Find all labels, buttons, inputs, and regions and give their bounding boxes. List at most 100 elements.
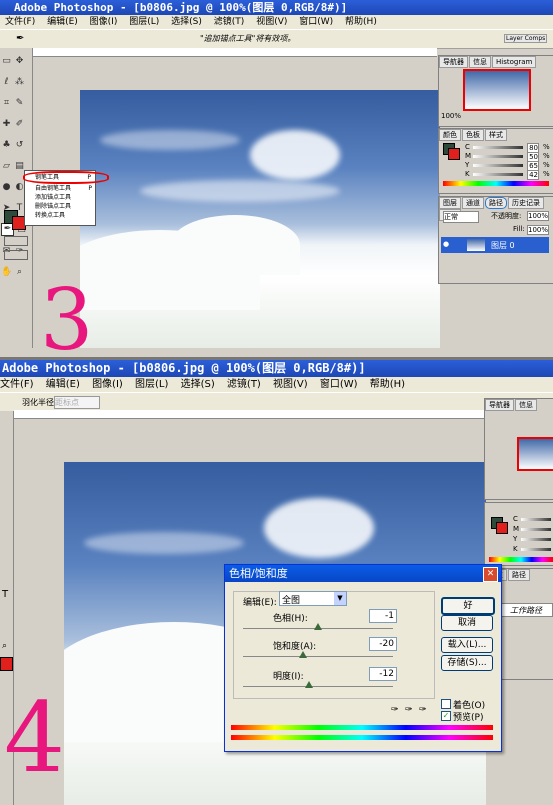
colorize-checkbox[interactable] xyxy=(441,699,451,709)
channel-slider-k[interactable] xyxy=(473,173,523,176)
menu-image[interactable]: 图像(I) xyxy=(92,379,123,390)
save-button[interactable]: 存储(S)... xyxy=(441,655,493,671)
lightness-slider-track[interactable] xyxy=(243,686,393,687)
menu-select[interactable]: 选择(S) xyxy=(181,379,215,390)
eyedropper-icon[interactable]: ✑ xyxy=(391,705,399,715)
saturation-input[interactable]: -20 xyxy=(369,637,397,651)
channel-slider-c[interactable] xyxy=(521,518,551,521)
quick-mask-icon[interactable] xyxy=(4,236,28,246)
tab-histogram[interactable]: Histogram xyxy=(492,56,537,68)
color-ramp[interactable] xyxy=(443,181,549,186)
tab-info[interactable]: 信息 xyxy=(515,399,537,411)
move-tool-icon[interactable]: ✥ xyxy=(14,56,25,67)
tab-styles[interactable]: 样式 xyxy=(485,129,507,141)
layer-row[interactable]: ● 图层 0 xyxy=(441,237,549,253)
marquee-tool-icon[interactable]: ▭ xyxy=(1,56,12,67)
menu-item-pen[interactable]: 钢笔工具 P xyxy=(23,171,109,184)
menu-file[interactable]: 文件(F) xyxy=(5,17,35,27)
tab-info[interactable]: 信息 xyxy=(469,56,491,68)
ok-button[interactable]: 好 xyxy=(441,597,495,615)
tab-paths[interactable]: 路径 xyxy=(485,197,507,209)
crop-tool-icon[interactable]: ⌗ xyxy=(1,98,12,109)
menu-file[interactable]: 文件(F) xyxy=(0,379,34,390)
layer-comps-tab[interactable]: Layer Comps xyxy=(504,34,548,43)
channel-slider-m[interactable] xyxy=(521,528,551,531)
navigator-thumbnail[interactable] xyxy=(517,437,553,471)
magic-wand-icon[interactable]: ⁂ xyxy=(14,77,25,88)
menu-help[interactable]: 帮助(H) xyxy=(345,17,377,27)
color-ramp[interactable] xyxy=(489,557,553,562)
load-button[interactable]: 载入(L)... xyxy=(441,637,493,653)
brush-tool-icon[interactable]: ✐ xyxy=(14,119,25,130)
history-brush-icon[interactable]: ↺ xyxy=(14,140,25,151)
tab-history[interactable]: 历史记录 xyxy=(508,197,544,209)
tab-channels[interactable]: 通道 xyxy=(462,197,484,209)
tab-navigator[interactable]: 导航器 xyxy=(439,56,468,68)
hand-tool-icon[interactable]: ✋ xyxy=(1,267,12,278)
close-icon[interactable]: ✕ xyxy=(483,567,498,582)
heal-tool-icon[interactable]: ✚ xyxy=(1,119,12,130)
menu-edit[interactable]: 编辑(E) xyxy=(46,379,80,390)
menu-item-convert-point[interactable]: 转换点工具 xyxy=(25,211,95,220)
zoom-tool-icon[interactable]: ⌕ xyxy=(2,641,7,651)
hue-slider-thumb[interactable] xyxy=(313,623,322,630)
menu-edit[interactable]: 编辑(E) xyxy=(47,17,78,27)
menu-window[interactable]: 窗口(W) xyxy=(299,17,333,27)
menu-layer[interactable]: 图层(L) xyxy=(135,379,168,390)
screen-mode-icon[interactable] xyxy=(4,250,28,260)
lightness-slider-thumb[interactable] xyxy=(305,681,313,688)
fill-value[interactable]: 100% xyxy=(527,225,550,235)
eraser-tool-icon[interactable]: ▱ xyxy=(1,161,12,172)
tab-color[interactable]: 颜色 xyxy=(439,129,461,141)
edit-select[interactable]: 全图 ▼ xyxy=(279,591,347,606)
channel-slider-y[interactable] xyxy=(473,164,523,167)
preview-checkbox[interactable]: ✓ xyxy=(441,711,451,721)
menu-item-freeform-pen[interactable]: 自由钢笔工具 P xyxy=(25,184,95,193)
menu-filter[interactable]: 滤镜(T) xyxy=(214,17,245,27)
menu-view[interactable]: 视图(V) xyxy=(273,379,308,390)
lasso-tool-icon[interactable]: ℓ xyxy=(1,77,12,88)
chevron-down-icon[interactable]: ▼ xyxy=(334,592,346,605)
cancel-button[interactable]: 取消 xyxy=(441,615,493,631)
document-canvas[interactable] xyxy=(80,90,440,348)
tab-swatches[interactable]: 色板 xyxy=(462,129,484,141)
menu-layer[interactable]: 图层(L) xyxy=(129,17,159,27)
saturation-slider-track[interactable] xyxy=(243,656,393,657)
menu-select[interactable]: 选择(S) xyxy=(171,17,202,27)
menu-help[interactable]: 帮助(H) xyxy=(370,379,405,390)
tab-paths[interactable]: 路径 xyxy=(508,569,530,581)
channel-slider-k[interactable] xyxy=(521,548,551,551)
channel-slider-c[interactable] xyxy=(473,146,523,149)
hue-input[interactable]: -1 xyxy=(369,609,397,623)
blur-tool-icon[interactable]: ● xyxy=(1,182,12,193)
stamp-tool-icon[interactable]: ♣ xyxy=(1,140,12,151)
eyedropper-minus-icon[interactable]: ✑ xyxy=(419,705,427,715)
opacity-value[interactable]: 100% xyxy=(527,211,550,221)
tab-layers[interactable]: 图层 xyxy=(439,197,461,209)
lightness-input[interactable]: -12 xyxy=(369,667,397,681)
type-tool-icon[interactable]: T xyxy=(2,589,8,600)
zoom-tool-icon[interactable]: ⌕ xyxy=(14,267,25,278)
eyedropper-plus-icon[interactable]: ✑ xyxy=(405,705,413,715)
menu-view[interactable]: 视图(V) xyxy=(256,17,287,27)
feather-input[interactable]: 距标点 xyxy=(54,396,100,409)
channel-value-k[interactable]: 42 xyxy=(527,170,539,180)
menu-item-add-anchor[interactable]: 添加锚点工具 xyxy=(25,193,95,202)
tab-navigator[interactable]: 导航器 xyxy=(485,399,514,411)
slice-tool-icon[interactable]: ✎ xyxy=(14,98,25,109)
palette-background-swatch[interactable] xyxy=(496,522,508,534)
eye-icon[interactable]: ● xyxy=(443,240,449,248)
saturation-slider-thumb[interactable] xyxy=(299,651,307,658)
palette-background-swatch[interactable] xyxy=(448,148,460,160)
channel-slider-y[interactable] xyxy=(521,538,551,541)
foreground-color-swatch[interactable] xyxy=(0,657,13,671)
menu-image[interactable]: 图像(I) xyxy=(90,17,118,27)
menu-window[interactable]: 窗口(W) xyxy=(320,379,358,390)
channel-slider-m[interactable] xyxy=(473,155,523,158)
blend-mode-select[interactable]: 正常 xyxy=(443,211,479,223)
menu-item-delete-anchor[interactable]: 删除锚点工具 xyxy=(25,202,95,211)
navigator-zoom[interactable]: 100% xyxy=(441,112,461,120)
navigator-thumbnail[interactable] xyxy=(463,69,531,111)
menu-filter[interactable]: 滤镜(T) xyxy=(227,379,261,390)
pen-tool-icon[interactable]: ✒ xyxy=(16,33,24,44)
